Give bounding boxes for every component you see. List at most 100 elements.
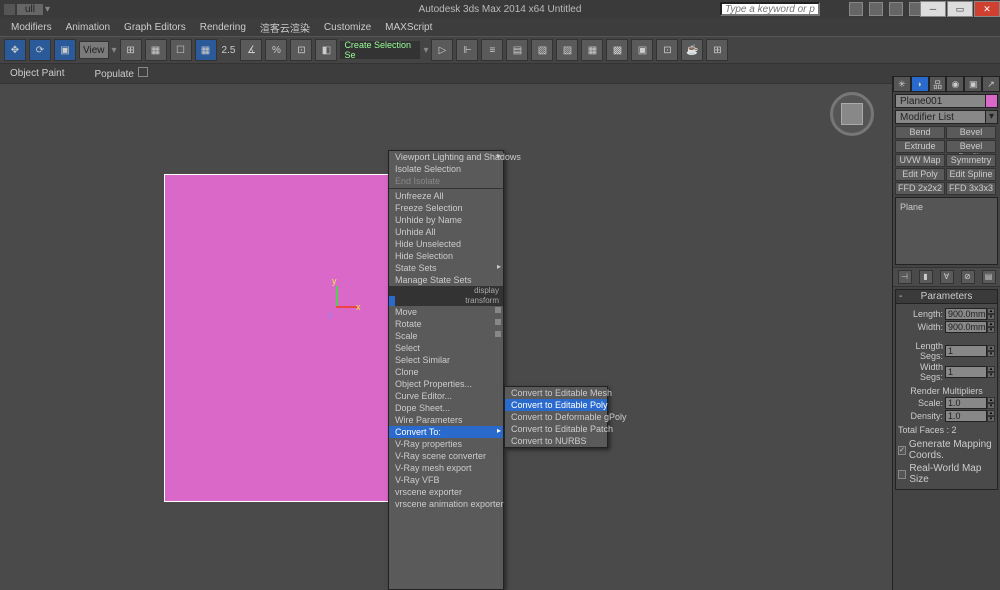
menu-item[interactable]: Unhide by Name [389, 214, 503, 226]
maximize-button[interactable]: ▭ [947, 1, 973, 17]
viewport[interactable]: y x z Viewport Lighting and Shadows▸Isol… [0, 84, 892, 590]
render-icon[interactable]: ⊡ [656, 39, 678, 61]
object-color-swatch[interactable] [985, 95, 997, 107]
viewcube[interactable] [830, 92, 874, 136]
lsegs-input[interactable]: 1 [945, 345, 987, 357]
motion-tab[interactable]: ◉ [946, 76, 964, 92]
display-tab[interactable]: ▣ [964, 76, 982, 92]
modifier-button[interactable]: Symmetry [946, 154, 996, 167]
hierarchy-tab[interactable]: 品 [929, 76, 947, 92]
real-world-checkbox[interactable] [898, 470, 906, 479]
menu-item[interactable]: Rotate [389, 318, 503, 330]
mirror-icon[interactable]: ▷ [431, 39, 453, 61]
refcoord-dropdown[interactable]: View [79, 41, 109, 59]
menu-item[interactable]: Select Similar [389, 354, 503, 366]
density-spinner[interactable]: ▴▾ [987, 410, 995, 422]
menu-item[interactable]: Convert To:▸ [389, 426, 503, 438]
scale-spinner[interactable]: ▴▾ [987, 397, 995, 409]
menu-item[interactable]: V-Ray properties [389, 438, 503, 450]
utilities-tab[interactable]: ↗ [982, 76, 1000, 92]
menu-item[interactable]: Viewport Lighting and Shadows▸ [389, 151, 503, 163]
menu-item[interactable]: Unhide All [389, 226, 503, 238]
select-rotate-icon[interactable]: ⟳ [29, 39, 51, 61]
menu-item[interactable]: Hide Selection [389, 250, 503, 262]
modifier-button[interactable]: FFD 3x3x3 [946, 182, 996, 195]
menu-item[interactable]: Hide Unselected [389, 238, 503, 250]
menu-item[interactable]: Object Properties... [389, 378, 503, 390]
modifier-stack[interactable]: Plane [895, 197, 998, 265]
object-name-field[interactable]: Plane001 [895, 94, 998, 108]
menu-item[interactable]: vrscene exporter [389, 486, 503, 498]
menu-item[interactable]: Clone [389, 366, 503, 378]
menu-item[interactable]: Scale [389, 330, 503, 342]
named-selection-dropdown[interactable]: Create Selection Se [340, 41, 420, 59]
tool-icon[interactable]: ◧ [315, 39, 337, 61]
teapot-icon[interactable]: ☕ [681, 39, 703, 61]
percent-snap-icon[interactable]: % [265, 39, 287, 61]
menu-item[interactable]: V-Ray scene converter [389, 450, 503, 462]
scale-input[interactable]: 1.0 [945, 397, 987, 409]
menu-animation[interactable]: Animation [59, 22, 117, 33]
render-frame-icon[interactable]: ▣ [631, 39, 653, 61]
align-icon[interactable]: ≡ [481, 39, 503, 61]
wsegs-input[interactable]: 1 [945, 366, 987, 378]
length-spinner[interactable]: ▴▾ [987, 308, 995, 320]
modifier-button[interactable]: FFD 2x2x2 [895, 182, 945, 195]
modifier-button[interactable]: UVW Map [895, 154, 945, 167]
material-icon[interactable]: ▦ [581, 39, 603, 61]
menu-item[interactable]: Convert to Deformable gPoly [505, 411, 607, 423]
tool-icon[interactable]: ▦ [145, 39, 167, 61]
menu-item[interactable]: Select [389, 342, 503, 354]
menu-customize[interactable]: Customize [317, 22, 378, 33]
menu-item[interactable]: vrscene animation exporter [389, 498, 503, 510]
modifier-list-dropdown[interactable]: Modifier List▾ [895, 110, 998, 124]
modifier-button[interactable]: Bend [895, 126, 945, 139]
search-input[interactable] [720, 2, 820, 16]
select-scale-icon[interactable]: ▣ [54, 39, 76, 61]
minimize-button[interactable]: ─ [920, 1, 946, 17]
menu-item[interactable]: Isolate Selection [389, 163, 503, 175]
close-button[interactable]: ✕ [974, 1, 1000, 17]
modifier-button[interactable]: Edit Poly [895, 168, 945, 181]
pin-stack-icon[interactable]: ⊣ [898, 270, 912, 284]
modifier-button[interactable]: Bevel [946, 126, 996, 139]
menu-item[interactable]: Unfreeze All [389, 190, 503, 202]
curve-editor-icon[interactable]: ▧ [531, 39, 553, 61]
width-spinner[interactable]: ▴▾ [987, 321, 995, 333]
menu-cloud-render[interactable]: 渲客云渲染 [253, 20, 317, 35]
menu-item[interactable]: V-Ray VFB [389, 474, 503, 486]
menu-item[interactable]: Move [389, 306, 503, 318]
object-paint-tab[interactable]: Object Paint [10, 68, 64, 79]
menu-maxscript[interactable]: MAXScript [378, 22, 439, 33]
menu-item[interactable]: Wire Parameters [389, 414, 503, 426]
create-tab[interactable]: ✳ [893, 76, 911, 92]
menu-item[interactable]: Convert to NURBS [505, 435, 607, 447]
menu-rendering[interactable]: Rendering [193, 22, 253, 33]
modifier-button[interactable]: Edit Spline [946, 168, 996, 181]
stack-item-plane[interactable]: Plane [898, 201, 995, 213]
menu-item[interactable]: Curve Editor... [389, 390, 503, 402]
show-end-icon[interactable]: ▮ [919, 270, 933, 284]
modify-tab[interactable]: ◗ [911, 76, 929, 92]
menu-item[interactable]: State Sets▸ [389, 262, 503, 274]
pivot-icon[interactable]: ⊞ [120, 39, 142, 61]
menu-item[interactable]: Freeze Selection [389, 202, 503, 214]
menu-item[interactable]: Convert to Editable Patch [505, 423, 607, 435]
length-input[interactable]: 900.0mm [945, 308, 987, 320]
layers-icon[interactable]: ▤ [506, 39, 528, 61]
menu-item[interactable]: Convert to Editable Mesh [505, 387, 607, 399]
render-setup-icon[interactable]: ▩ [606, 39, 628, 61]
remove-mod-icon[interactable]: ⊘ [961, 270, 975, 284]
populate-toggle[interactable] [138, 67, 148, 77]
tool-icon[interactable]: ☐ [170, 39, 192, 61]
populate-tab[interactable]: Populate [94, 67, 147, 80]
angle-snap-icon[interactable]: ∡ [240, 39, 262, 61]
density-input[interactable]: 1.0 [945, 410, 987, 422]
menu-modifiers[interactable]: Modifiers [4, 22, 59, 33]
wsegs-spinner[interactable]: ▴▾ [987, 366, 995, 378]
menu-graph-editors[interactable]: Graph Editors [117, 22, 193, 33]
menu-item[interactable]: Manage State Sets [389, 274, 503, 286]
menu-item[interactable]: Dope Sheet... [389, 402, 503, 414]
modifier-button[interactable]: Extrude [895, 140, 945, 153]
star-icon[interactable] [889, 2, 903, 16]
